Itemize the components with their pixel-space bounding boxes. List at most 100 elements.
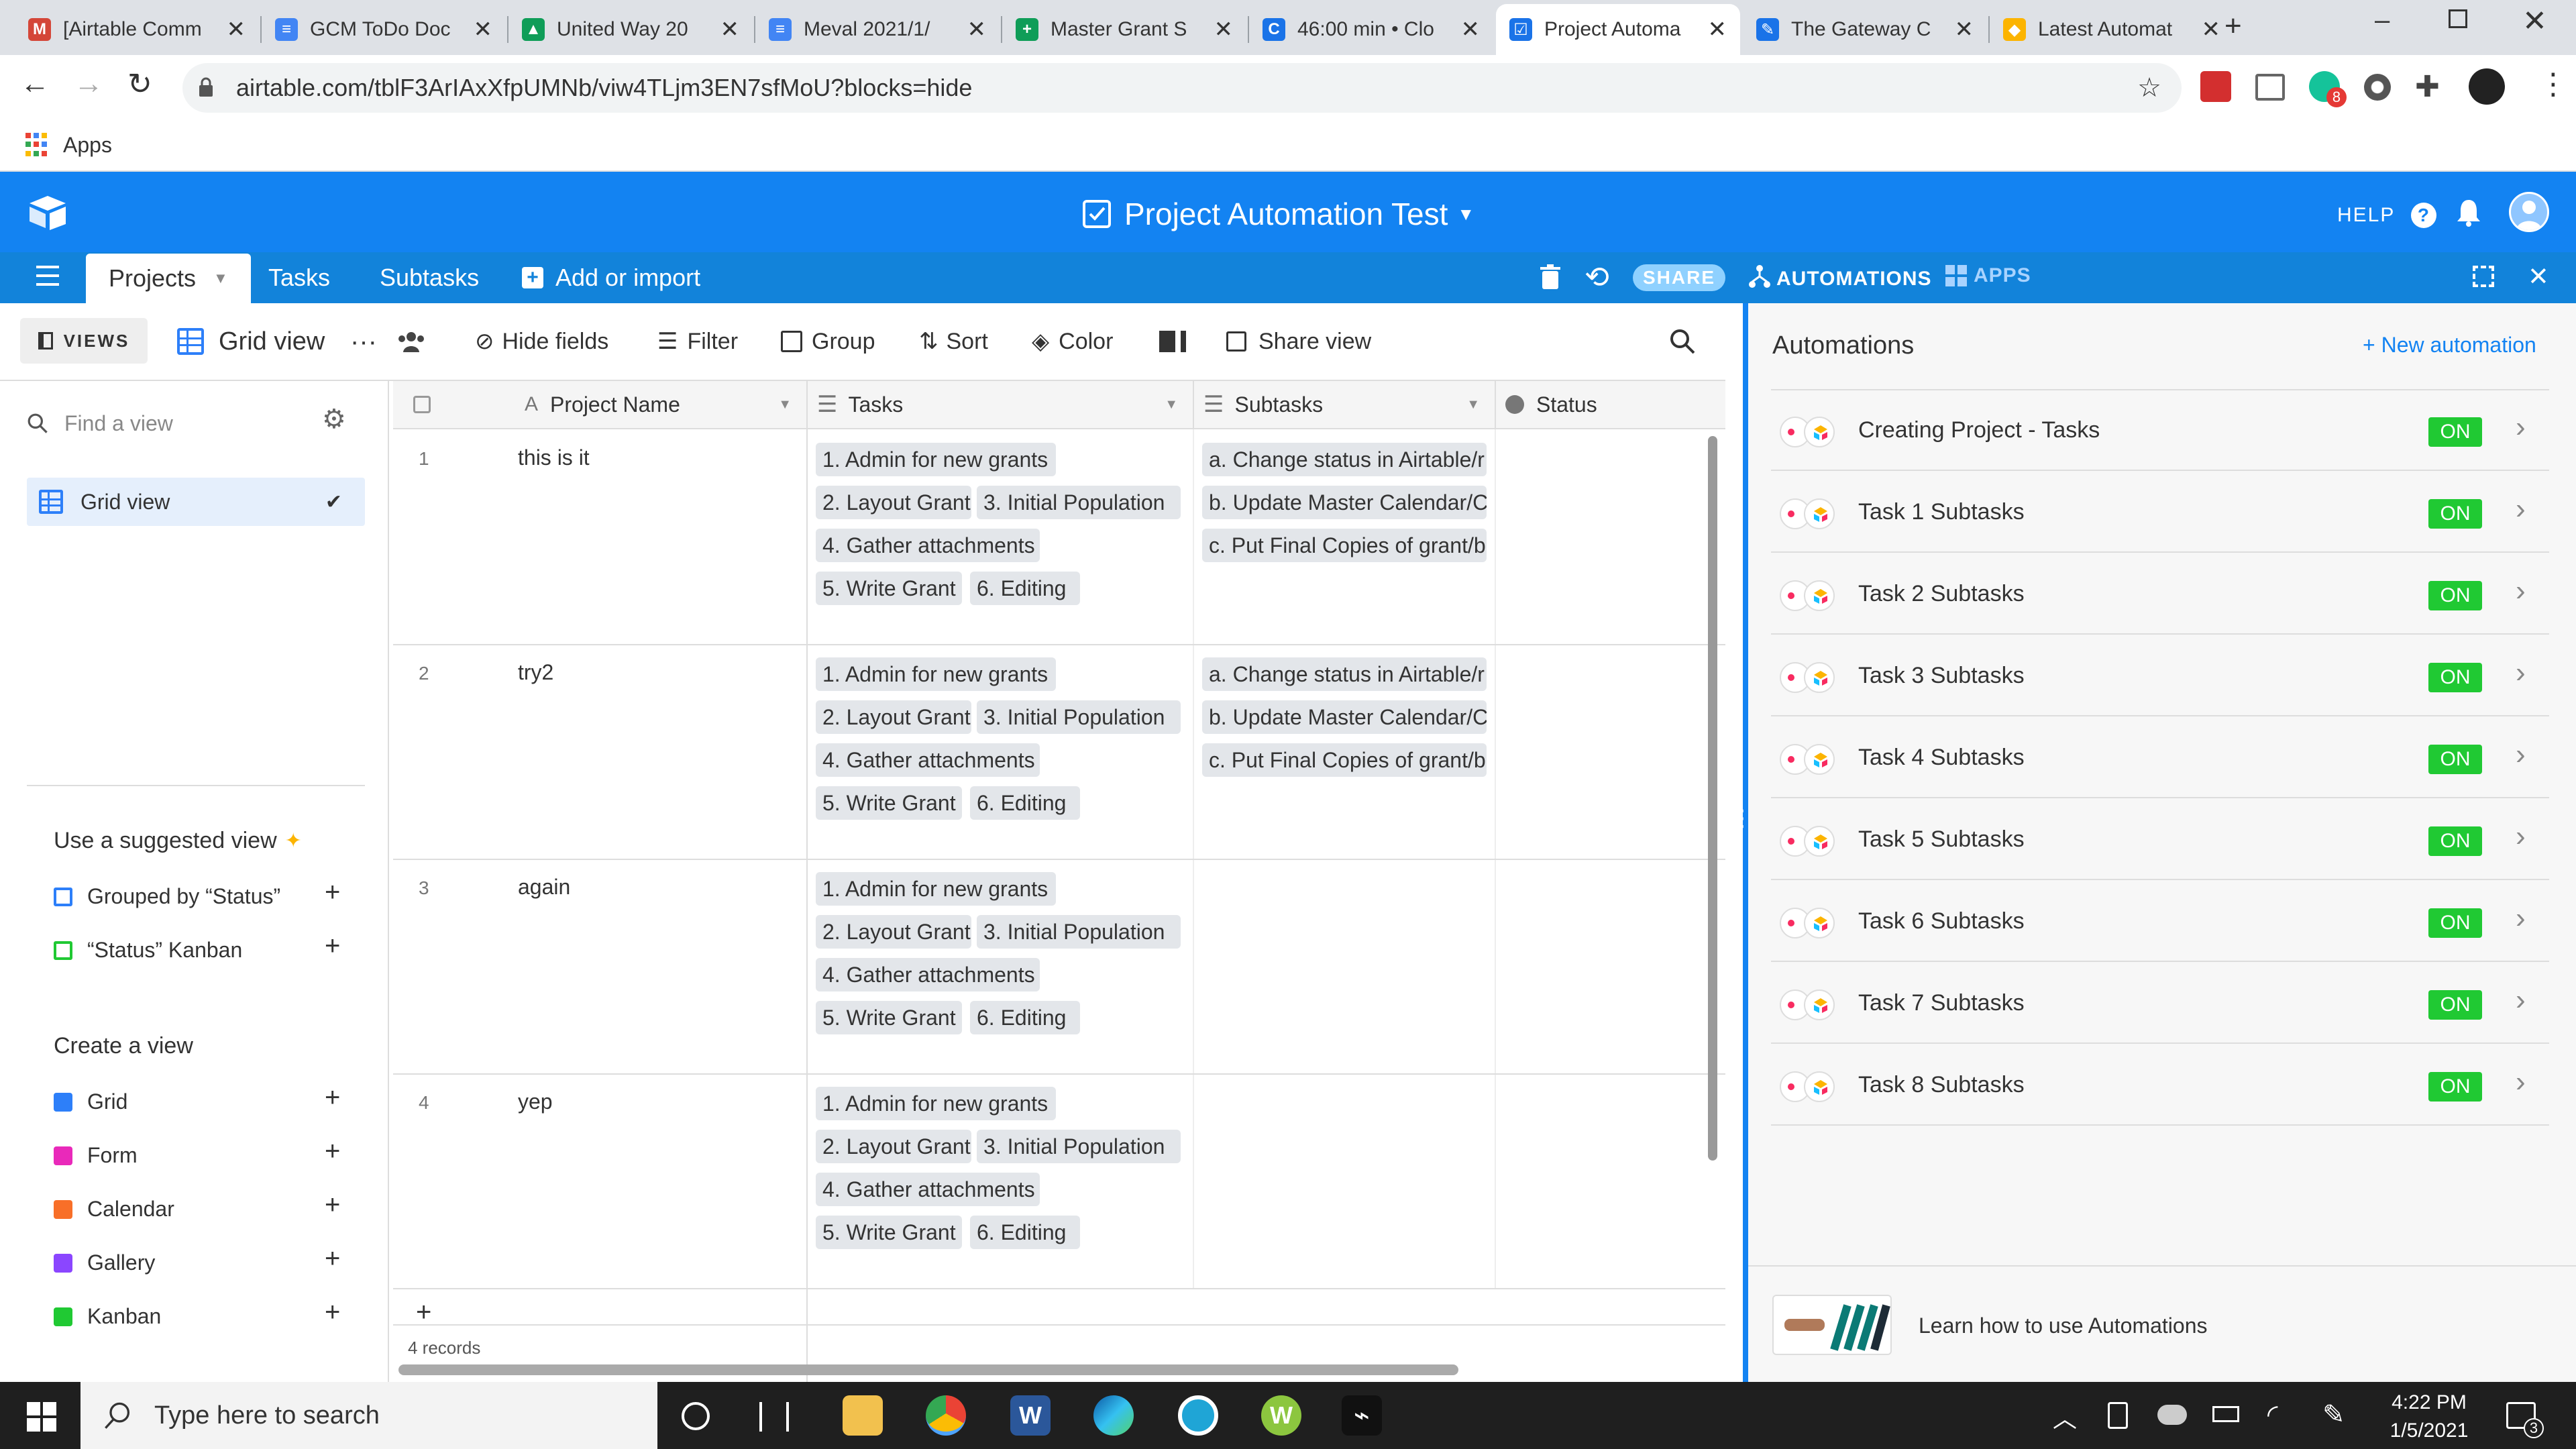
hamburger-menu-icon[interactable] <box>36 266 59 286</box>
tray-pen-icon[interactable]: ✎ <box>2322 1399 2345 1430</box>
task-link-pill[interactable]: 1. Admin for new grants <box>816 1087 1056 1120</box>
profile-avatar[interactable] <box>2469 68 2505 105</box>
chevron-right-icon[interactable]: › <box>2516 656 2526 690</box>
automation-item[interactable]: Task 4 Subtasks ON › <box>1771 718 2549 798</box>
notification-bell-icon[interactable] <box>2455 197 2482 230</box>
color-button[interactable]: ◈ Color <box>1032 325 1113 358</box>
tray-cloud-icon[interactable] <box>2157 1405 2187 1425</box>
close-panel-icon[interactable]: ✕ <box>2528 262 2549 292</box>
task-link-pill[interactable]: 1. Admin for new grants <box>816 443 1056 476</box>
sidebar-view-grid[interactable]: Grid view ✔ <box>27 478 365 526</box>
column-header-subtasks[interactable]: ☰ Subtasks ▼ <box>1194 381 1496 429</box>
hide-fields-button[interactable]: ⊘ Hide fields <box>475 325 608 358</box>
add-view-plus-icon[interactable]: + <box>325 1244 340 1274</box>
grid-horizontal-scrollbar[interactable] <box>398 1364 1458 1375</box>
current-view-selector[interactable]: Grid view <box>177 325 325 358</box>
add-view-plus-icon[interactable]: + <box>325 1297 340 1328</box>
taskbar-search-input[interactable]: Type here to search <box>80 1382 657 1449</box>
table-tab-projects[interactable]: Projects ▼ <box>86 254 251 303</box>
task-link-pill[interactable]: 3. Initial Population <box>977 1130 1181 1163</box>
task-link-pill[interactable]: 1. Admin for new grants <box>816 657 1056 691</box>
webex-taskbar-icon[interactable]: W <box>1261 1395 1301 1436</box>
subtask-link-pill[interactable]: c. Put Final Copies of grant/b <box>1202 529 1487 562</box>
help-button[interactable]: HELP ? <box>2337 203 2437 228</box>
sort-button[interactable]: ⇅ Sort <box>919 325 988 358</box>
circle-extension-icon[interactable] <box>2364 74 2391 101</box>
browser-tab[interactable]: M [Airtable Comm ✕ <box>15 4 259 55</box>
user-avatar[interactable] <box>2509 192 2549 232</box>
task-link-pill[interactable]: 2. Layout Grant <box>816 486 971 519</box>
subtask-link-pill[interactable]: b. Update Master Calendar/C <box>1202 700 1487 734</box>
add-suggested-view-plus-icon[interactable]: + <box>325 931 340 961</box>
browser-tab[interactable]: ☑ Project Automa ✕ <box>1496 4 1740 55</box>
reload-icon[interactable]: ↻ <box>127 67 152 101</box>
automation-status-toggle[interactable]: ON <box>2428 499 2482 529</box>
automation-status-toggle[interactable]: ON <box>2428 908 2482 938</box>
puzzle-extensions-icon[interactable]: ✚ <box>2415 70 2440 104</box>
column-header-project-name[interactable]: Project Name <box>550 392 680 417</box>
subtask-link-pill[interactable]: a. Change status in Airtable/r <box>1202 443 1487 476</box>
automation-item[interactable]: Task 7 Subtasks ON › <box>1771 963 2549 1044</box>
automation-item[interactable]: Task 3 Subtasks ON › <box>1771 636 2549 716</box>
task-link-pill[interactable]: 5. Write Grant <box>816 1001 962 1034</box>
history-icon[interactable]: ⟲ <box>1585 260 1609 294</box>
chrome-taskbar-icon[interactable] <box>926 1395 966 1436</box>
create-view-form[interactable]: Form <box>54 1143 138 1168</box>
browser-tab[interactable]: + Master Grant S ✕ <box>1002 4 1246 55</box>
window-minimize-button[interactable]: – <box>2375 5 2390 36</box>
automation-item[interactable]: Task 1 Subtasks ON › <box>1771 472 2549 553</box>
new-tab-button[interactable]: + <box>2224 9 2242 43</box>
chevron-right-icon[interactable]: › <box>2516 574 2526 608</box>
browser-tab[interactable]: C 46:00 min • Clo ✕ <box>1249 4 1493 55</box>
bookmark-star-icon[interactable]: ☆ <box>2137 72 2161 103</box>
add-suggested-view-plus-icon[interactable]: + <box>325 877 340 908</box>
app-taskbar-icon[interactable] <box>1178 1395 1218 1436</box>
learn-automations-link[interactable]: Learn how to use Automations <box>1919 1313 2208 1338</box>
window-close-button[interactable]: ✕ <box>2522 4 2547 38</box>
automation-item[interactable]: Task 2 Subtasks ON › <box>1771 554 2549 635</box>
tab-close-icon[interactable]: ✕ <box>1214 16 1234 43</box>
apps-bookmark[interactable]: Apps <box>63 133 112 158</box>
automation-item[interactable]: Task 8 Subtasks ON › <box>1771 1045 2549 1126</box>
browser-tab[interactable]: ✎ The Gateway C ✕ <box>1743 4 1987 55</box>
search-icon[interactable] <box>1669 325 1696 358</box>
word-taskbar-icon[interactable]: W <box>1010 1395 1051 1436</box>
create-view-gallery[interactable]: Gallery <box>54 1250 155 1275</box>
tab-close-icon[interactable]: ✕ <box>474 16 493 43</box>
address-bar[interactable]: airtable.com/tblF3ArIAxXfpUMNb/viw4TLjm3… <box>182 63 2182 113</box>
file-explorer-icon[interactable] <box>843 1395 883 1436</box>
chevron-right-icon[interactable]: › <box>2516 983 2526 1017</box>
table-tab-tasks[interactable]: Tasks <box>246 252 353 303</box>
base-title[interactable]: Project Automation Test ▼ <box>1083 196 1474 232</box>
tab-close-icon[interactable]: ✕ <box>227 16 246 43</box>
create-view-calendar[interactable]: Calendar <box>54 1197 174 1222</box>
windows-start-icon[interactable] <box>27 1402 56 1432</box>
project-name-cell[interactable]: this is it <box>518 445 590 470</box>
column-header-tasks[interactable]: ☰ Tasks ▼ <box>808 381 1194 429</box>
automations-button[interactable]: AUTOMATIONS <box>1748 264 1932 294</box>
create-view-grid[interactable]: Grid <box>54 1089 127 1114</box>
automation-status-toggle[interactable]: ON <box>2428 990 2482 1020</box>
task-link-pill[interactable]: 5. Write Grant <box>816 1216 962 1249</box>
window-restore-button[interactable] <box>2449 9 2467 28</box>
task-view-icon[interactable] <box>759 1402 789 1432</box>
task-link-pill[interactable]: 5. Write Grant <box>816 572 962 605</box>
browser-tab[interactable]: ≡ GCM ToDo Doc ✕ <box>262 4 506 55</box>
tab-close-icon[interactable]: ✕ <box>1461 16 1481 43</box>
panel-resize-handle[interactable]: ⋮ <box>1731 805 1754 832</box>
project-name-cell[interactable]: yep <box>518 1089 553 1114</box>
forward-arrow-icon[interactable]: → <box>74 67 103 101</box>
header-select-all[interactable]: A Project Name ▼ <box>393 381 808 429</box>
chevron-right-icon[interactable]: › <box>2516 411 2526 444</box>
task-link-pill[interactable]: 6. Editing <box>970 572 1080 605</box>
apps-button[interactable]: APPS <box>1945 264 2031 287</box>
column-header-status[interactable]: Status <box>1496 381 1725 429</box>
browser-tab[interactable]: ◆ Latest Automat ✕ <box>1990 4 2234 55</box>
tray-battery-icon[interactable] <box>2212 1406 2239 1422</box>
share-view-button[interactable]: Share view <box>1226 325 1371 358</box>
chevron-down-icon[interactable]: ▼ <box>778 397 792 413</box>
suggested-view-item[interactable]: Grouped by “Status” <box>54 884 280 909</box>
tab-close-icon[interactable]: ✕ <box>967 16 987 43</box>
tab-close-icon[interactable]: ✕ <box>720 16 740 43</box>
task-link-pill[interactable]: 4. Gather attachments <box>816 1173 1040 1206</box>
